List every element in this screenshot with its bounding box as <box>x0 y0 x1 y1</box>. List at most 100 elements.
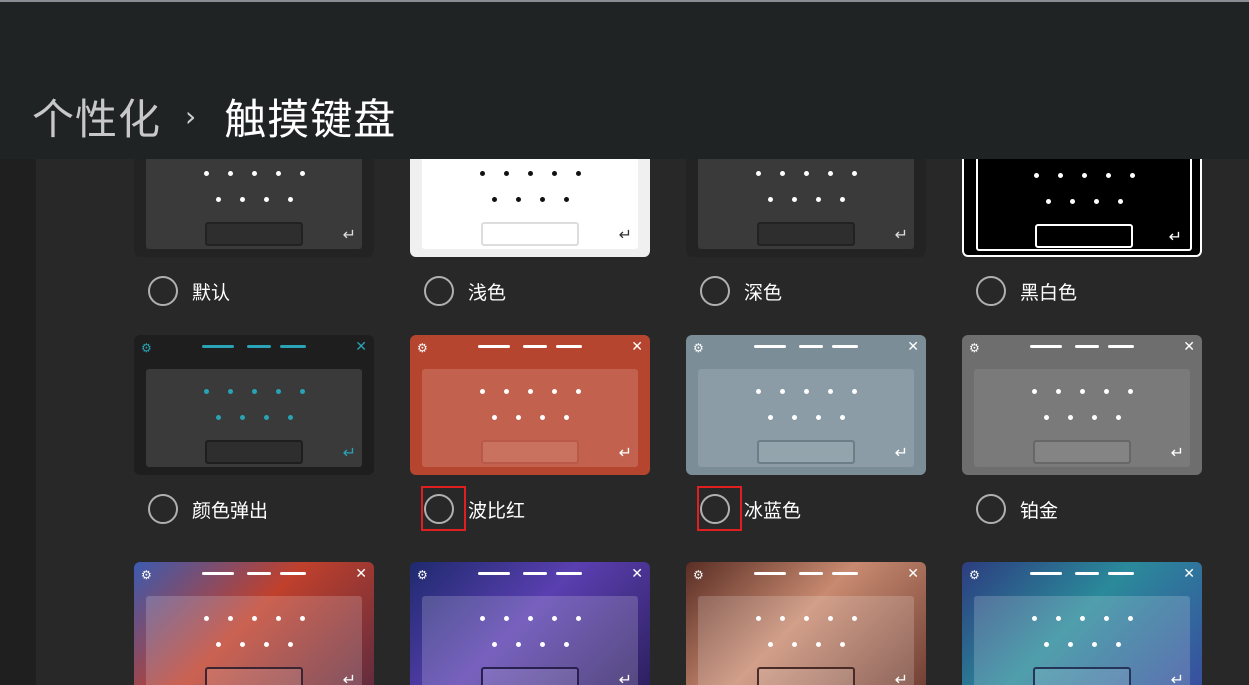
close-icon: ✕ <box>355 566 367 582</box>
key-dot <box>816 415 821 420</box>
key-dot <box>300 616 305 621</box>
key-dot <box>1082 173 1087 178</box>
key-dot <box>504 171 509 176</box>
key-dot <box>228 389 233 394</box>
key-dot <box>576 171 581 176</box>
key-dot <box>540 415 545 420</box>
theme-option-light[interactable]: 浅色 <box>424 276 506 306</box>
theme-label: 铂金 <box>1020 499 1059 522</box>
key-dot <box>816 197 821 202</box>
key-dot <box>768 642 773 647</box>
theme-option-dark[interactable]: 深色 <box>700 276 782 306</box>
key-dot <box>1070 199 1075 204</box>
theme-preview-ice[interactable]: ⚙ ✕ ↵ <box>686 335 926 475</box>
theme-preview-accent[interactable]: ⚙ ✕ ↵ <box>134 335 374 475</box>
key-dot <box>264 642 269 647</box>
key-dot <box>216 415 221 420</box>
theme-grid: ↵ 默认 ↵ 浅色 ↵ 深色 ↵ 黑白色 ⚙ ✕ ↵ 颜色弹出 ⚙ ✕ ↵ 波比红 ⚙ ✕ ↵ 冰蓝色 ⚙ ✕ ↵ 铂金 ⚙ ✕ ↵… <box>36 159 1249 685</box>
theme-label: 冰蓝色 <box>744 499 802 522</box>
key-dot <box>528 389 533 394</box>
key-dot <box>1104 616 1109 621</box>
key-dot <box>276 389 281 394</box>
radio-button[interactable] <box>976 494 1006 524</box>
handle-icon <box>1030 345 1134 348</box>
radio-button[interactable] <box>700 276 730 306</box>
key-dot <box>1080 389 1085 394</box>
key-dot <box>852 171 857 176</box>
close-icon: ✕ <box>1183 566 1195 582</box>
key-dot <box>1068 642 1073 647</box>
highlight-box <box>421 486 466 531</box>
key-dot <box>840 415 845 420</box>
key-dot <box>240 197 245 202</box>
key-dot <box>528 171 533 176</box>
page-title: 触摸键盘 <box>224 95 397 144</box>
key-dot <box>780 389 785 394</box>
key-dot <box>1118 199 1123 204</box>
key-dot <box>252 171 257 176</box>
key-dot <box>480 171 485 176</box>
theme-label: 黑白色 <box>1020 281 1078 304</box>
theme-option-accent[interactable]: 颜色弹出 <box>148 494 268 524</box>
key-dot <box>300 171 305 176</box>
key-dot <box>816 642 821 647</box>
theme-preview-img3[interactable]: ⚙ ✕ ↵ <box>686 562 926 685</box>
theme-preview-default[interactable]: ↵ <box>134 159 374 257</box>
gear-icon: ⚙ <box>693 341 704 355</box>
radio-button[interactable] <box>148 494 178 524</box>
key-dot <box>1106 173 1111 178</box>
key-dot <box>780 616 785 621</box>
space-key <box>1033 440 1131 464</box>
key-dot <box>228 616 233 621</box>
theme-preview-img2[interactable]: ⚙ ✕ ↵ <box>410 562 650 685</box>
theme-preview-img1[interactable]: ⚙ ✕ ↵ <box>134 562 374 685</box>
key-dot <box>276 616 281 621</box>
enter-key-icon: ↵ <box>342 670 356 685</box>
key-dot <box>240 642 245 647</box>
radio-button[interactable] <box>976 276 1006 306</box>
key-dot <box>792 197 797 202</box>
key-dot <box>792 415 797 420</box>
key-dot <box>240 415 245 420</box>
key-dot <box>540 642 545 647</box>
key-dot <box>204 616 209 621</box>
enter-key-icon: ↵ <box>342 225 356 244</box>
theme-option-platinum[interactable]: 铂金 <box>976 494 1058 524</box>
highlight-box <box>697 486 742 531</box>
radio-button[interactable] <box>424 276 454 306</box>
key-dot <box>516 197 521 202</box>
key-dot <box>288 415 293 420</box>
key-dot <box>216 642 221 647</box>
key-dot <box>564 415 569 420</box>
key-dot <box>780 171 785 176</box>
close-icon: ✕ <box>907 339 919 355</box>
theme-preview-red[interactable]: ⚙ ✕ ↵ <box>410 335 650 475</box>
breadcrumb-parent-personalization[interactable]: 个性化 <box>32 86 161 147</box>
theme-option-hc[interactable]: 黑白色 <box>976 276 1077 306</box>
radio-button[interactable] <box>148 276 178 306</box>
space-key <box>205 222 303 246</box>
key-dot <box>1034 173 1039 178</box>
close-icon: ✕ <box>907 566 919 582</box>
theme-label: 默认 <box>192 281 231 304</box>
theme-preview-light[interactable]: ↵ <box>410 159 650 257</box>
handle-icon <box>754 345 858 348</box>
key-dot <box>756 616 761 621</box>
key-dot <box>1068 415 1073 420</box>
key-dot <box>1116 415 1121 420</box>
theme-preview-platinum[interactable]: ⚙ ✕ ↵ <box>962 335 1202 475</box>
theme-preview-img4[interactable]: ⚙ ✕ ↵ <box>962 562 1202 685</box>
gear-icon: ⚙ <box>141 568 152 582</box>
key-dot <box>288 642 293 647</box>
theme-preview-dark[interactable]: ↵ <box>686 159 926 257</box>
breadcrumb-separator-icon: › <box>185 100 197 133</box>
space-key <box>205 667 303 685</box>
key-dot <box>1044 642 1049 647</box>
handle-icon <box>478 572 582 575</box>
theme-option-default[interactable]: 默认 <box>148 276 230 306</box>
enter-key-icon: ↵ <box>618 670 632 685</box>
page-header: 个性化 › 触摸键盘 <box>0 2 1249 159</box>
key-dot <box>492 415 497 420</box>
enter-key-icon: ↵ <box>894 225 908 244</box>
theme-preview-hc[interactable]: ↵ <box>962 159 1202 257</box>
